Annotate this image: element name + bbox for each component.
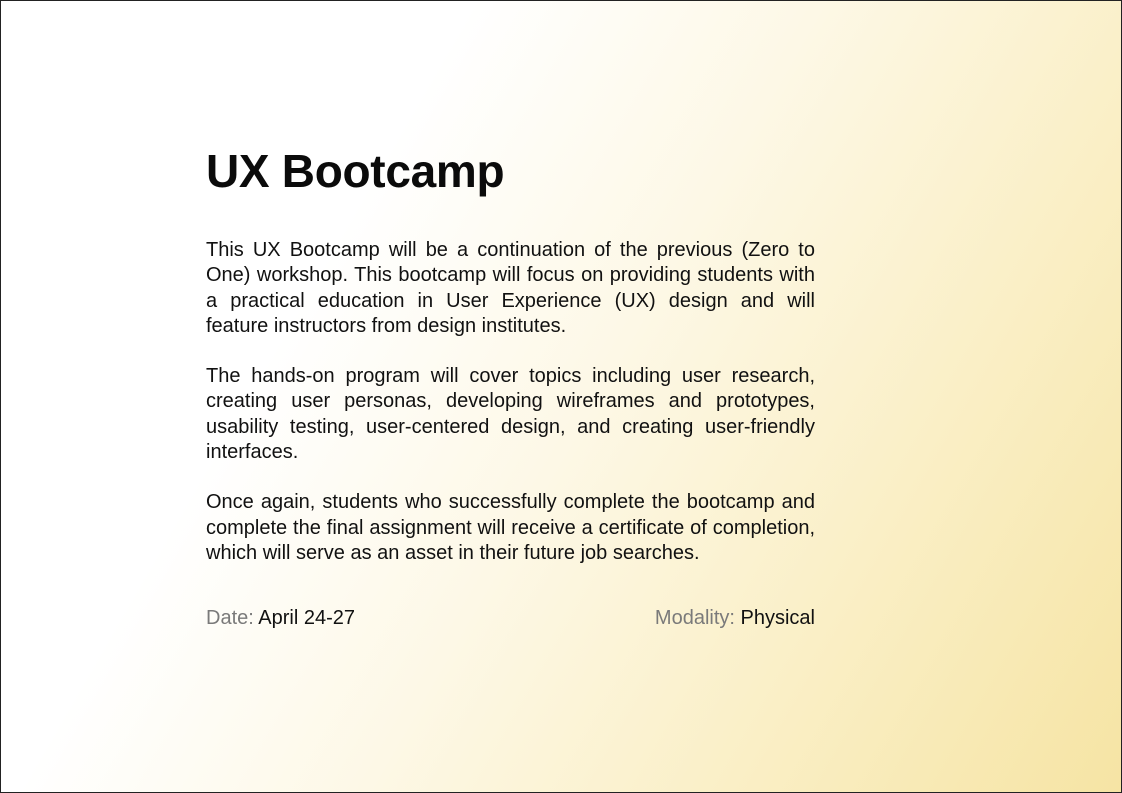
page-title: UX Bootcamp — [206, 145, 505, 197]
date-value: April 24-27 — [258, 607, 355, 630]
modality-info: Modality: Physical — [655, 605, 815, 631]
date-label: Date: — [206, 607, 254, 630]
meta-row: Date: April 24-27 Modality: Physical — [206, 605, 815, 631]
description-paragraph-3: Once again, students who successfully co… — [206, 491, 815, 564]
modality-label: Modality: — [654, 607, 735, 630]
modality-value: Physical — [740, 607, 815, 630]
card-content: UX Bootcamp This UX Bootcamp will be a c… — [206, 141, 815, 631]
description-paragraph-2: The hands-on program will cover topics i… — [206, 365, 815, 464]
bootcamp-card: UX Bootcamp This UX Bootcamp will be a c… — [0, 0, 1122, 793]
description-paragraph-1: This UX Bootcamp will be a continuation … — [206, 239, 815, 337]
date-info: Date: April 24-27 — [206, 605, 355, 631]
